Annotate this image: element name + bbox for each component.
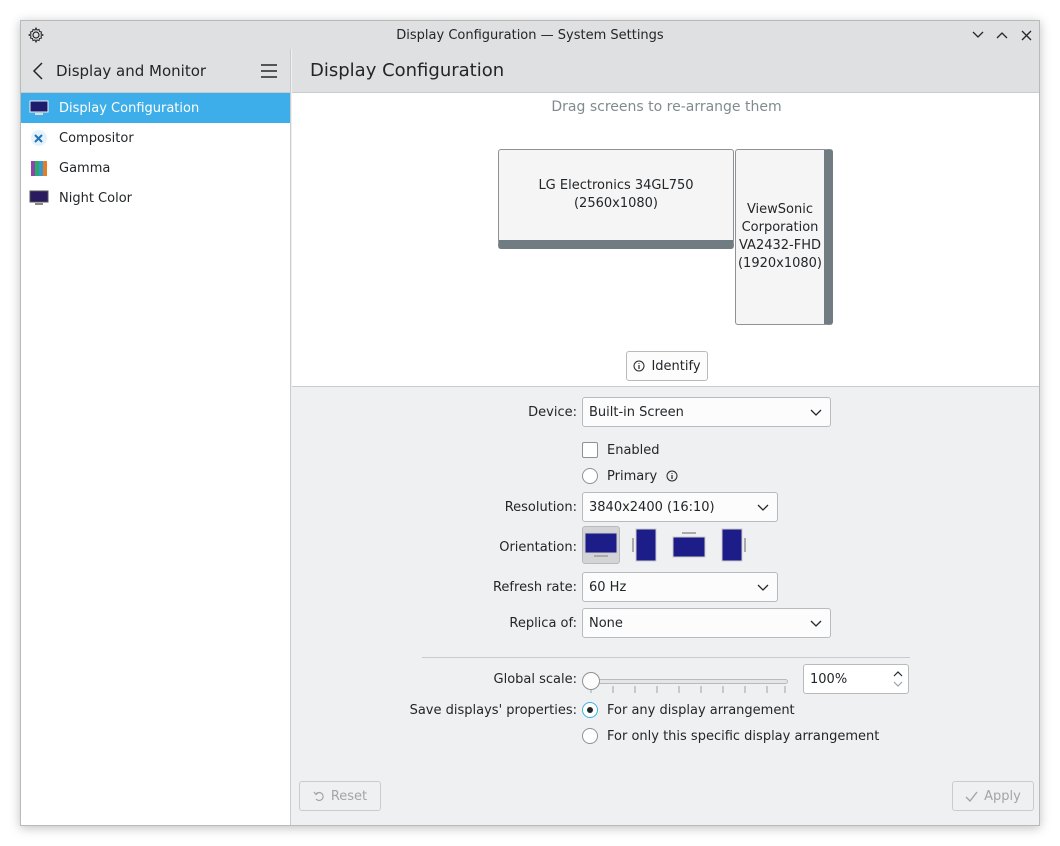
flipped-icon (672, 532, 706, 558)
screen-name-line: Corporation (741, 220, 819, 235)
slider-ticks (590, 686, 786, 693)
sidebar-item-label: Gamma (59, 160, 111, 176)
replica-select[interactable]: None (582, 608, 831, 638)
divider (422, 657, 910, 658)
screen-name-line: ViewSonic (746, 202, 814, 217)
screen-lg[interactable]: LG Electronics 34GL750 (2560x1080) (498, 149, 734, 249)
sidebar-title: Display and Monitor (56, 62, 207, 80)
replica-label: Replica of: (509, 616, 577, 631)
display-settings-form: Device: Built-in Screen Enabled Primary … (292, 387, 1039, 825)
device-label: Device: (528, 405, 577, 420)
save-any-row: For any display arrangement (582, 702, 795, 718)
screen-resolution: (1920x1080) (737, 256, 822, 271)
scale-value: 100% (810, 671, 848, 687)
apply-label: Apply (984, 788, 1021, 804)
settings-window: Display Configuration — System Settings … (20, 20, 1040, 826)
screen-name-line: VA2432-FHD (738, 238, 821, 253)
hamburger-menu-icon[interactable] (260, 64, 278, 78)
save-specific-radio[interactable] (582, 728, 598, 744)
orientation-portrait-right-button[interactable] (714, 526, 752, 564)
close-button[interactable] (1019, 26, 1033, 44)
info-icon (633, 360, 645, 372)
enabled-row: Enabled (582, 442, 660, 458)
sidebar-item-gamma[interactable]: Gamma (21, 153, 290, 183)
arrange-hint: Drag screens to re-arrange them (551, 99, 782, 115)
screen-resolution: (2560x1080) (573, 196, 658, 211)
tools-icon (29, 129, 49, 147)
sidebar-item-label: Display Configuration (59, 100, 200, 116)
device-select[interactable]: Built-in Screen (582, 397, 831, 427)
enabled-label: Enabled (607, 442, 660, 458)
save-specific-label: For only this specific display arrangeme… (607, 728, 880, 744)
night-monitor-icon (29, 189, 49, 207)
spin-arrows-icon[interactable] (892, 668, 904, 690)
primary-radio[interactable] (582, 468, 598, 484)
orientation-portrait-left-button[interactable] (626, 526, 664, 564)
sidebar-header: Display and Monitor (21, 49, 290, 93)
sidebar-item-display-configuration[interactable]: Display Configuration (21, 93, 290, 123)
identify-button[interactable]: Identify (626, 351, 708, 381)
slider-track (588, 679, 788, 684)
info-icon[interactable] (666, 470, 678, 482)
undo-icon (313, 791, 324, 802)
landscape-icon (584, 532, 618, 557)
reset-label: Reset (330, 788, 368, 804)
device-value: Built-in Screen (589, 404, 684, 420)
scale-spinbox[interactable]: 100% (803, 664, 909, 694)
resolution-select[interactable]: 3840x2400 (16:10) (582, 492, 778, 522)
orientation-landscape-button[interactable] (582, 526, 620, 564)
save-any-label: For any display arrangement (607, 702, 795, 718)
slider-handle[interactable] (582, 672, 600, 690)
chevron-down-icon (757, 582, 769, 592)
sidebar-item-label: Night Color (59, 190, 132, 206)
resolution-label: Resolution: (504, 500, 577, 515)
titlebar: Display Configuration — System Settings (21, 21, 1039, 49)
screen-arrangement-area: Drag screens to re-arrange them LG Elect… (292, 93, 1039, 387)
orientation-group (582, 526, 752, 564)
portrait-right-icon (721, 528, 746, 562)
screen-viewsonic[interactable]: ViewSonic Corporation VA2432-FHD (1920x1… (735, 149, 833, 325)
portrait-left-icon (632, 528, 657, 562)
checkmark-icon (965, 791, 978, 802)
sidebar-item-compositor[interactable]: Compositor (21, 123, 290, 153)
primary-row: Primary (582, 468, 678, 484)
window-title: Display Configuration — System Settings (396, 27, 664, 43)
save-any-radio[interactable] (582, 702, 598, 718)
reset-button[interactable]: Reset (299, 781, 381, 811)
refresh-rate-select[interactable]: 60 Hz (582, 572, 778, 602)
chevron-down-icon (757, 502, 769, 512)
settings-gear-icon[interactable] (27, 26, 45, 44)
main-panel: Display Configuration Drag screens to re… (292, 49, 1039, 825)
replica-value: None (589, 615, 623, 631)
apply-button[interactable]: Apply (952, 781, 1034, 811)
chevron-down-icon (810, 618, 822, 628)
gamma-icon (29, 159, 49, 177)
minimize-button[interactable] (971, 26, 985, 44)
scale-label: Global scale: (493, 672, 577, 687)
page-title: Display Configuration (292, 49, 1039, 93)
sidebar: Display and Monitor Display Configuratio… (21, 49, 291, 825)
save-properties-label: Save displays' properties: (409, 703, 577, 718)
sidebar-item-night-color[interactable]: Night Color (21, 183, 290, 213)
global-scale-slider[interactable] (582, 670, 794, 694)
screen-name: LG Electronics 34GL750 (538, 178, 694, 193)
maximize-button[interactable] (995, 26, 1009, 44)
sidebar-item-label: Compositor (59, 130, 134, 146)
refresh-label: Refresh rate: (492, 580, 577, 595)
orientation-label: Orientation: (499, 540, 577, 555)
resolution-value: 3840x2400 (16:10) (589, 499, 715, 515)
enabled-checkbox[interactable] (582, 442, 598, 458)
refresh-value: 60 Hz (589, 579, 627, 595)
back-arrow-icon[interactable] (31, 61, 47, 81)
identify-label: Identify (651, 358, 701, 374)
save-specific-row: For only this specific display arrangeme… (582, 728, 879, 744)
orientation-flipped-button[interactable] (670, 526, 708, 564)
chevron-down-icon (810, 407, 822, 417)
primary-label: Primary (607, 468, 658, 484)
monitor-icon (29, 99, 49, 117)
